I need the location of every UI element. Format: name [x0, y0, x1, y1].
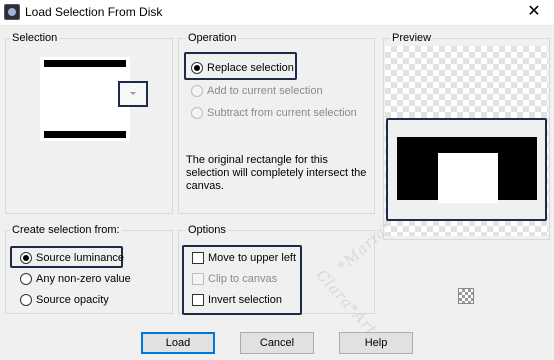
transparency-icon[interactable]	[458, 288, 474, 304]
radio-label: Add to current selection	[207, 85, 323, 97]
cancel-button[interactable]: Cancel	[240, 332, 314, 354]
radio-any-non-zero-value[interactable]: Any non-zero value	[20, 270, 131, 288]
radio-subtract-from-selection[interactable]: Subtract from current selection	[191, 104, 357, 122]
load-button[interactable]: Load	[141, 332, 215, 354]
title-bar: Load Selection From Disk ✕	[0, 0, 554, 26]
checkbox[interactable]	[192, 252, 204, 264]
preview-white-rect	[438, 153, 498, 203]
radio-label: Subtract from current selection	[207, 107, 357, 119]
checkbox-label: Clip to canvas	[208, 273, 278, 285]
radio-button[interactable]	[191, 85, 203, 97]
radio-source-luminance[interactable]: Source luminance	[20, 249, 124, 267]
radio-label: Source luminance	[36, 252, 125, 264]
checkbox-clip-to-canvas[interactable]: Clip to canvas	[192, 270, 277, 288]
checkbox[interactable]	[192, 273, 204, 285]
selection-thumbnail[interactable]	[40, 57, 130, 141]
thumbnail-dropdown-button[interactable]	[118, 81, 148, 107]
radio-button[interactable]	[20, 273, 32, 285]
operation-description: The original rectangle for this selectio…	[186, 154, 367, 192]
radio-button[interactable]	[20, 294, 32, 306]
thumbnail-top-bar	[44, 60, 126, 67]
radio-label: Any non-zero value	[36, 273, 131, 285]
radio-replace-selection[interactable]: Replace selection	[191, 59, 294, 77]
window-title: Load Selection From Disk	[25, 5, 163, 19]
checkbox-label: Invert selection	[208, 294, 282, 306]
chevron-down-icon	[130, 92, 136, 95]
checkbox-move-to-upper-left[interactable]: Move to upper left	[192, 249, 296, 267]
operation-group-label: Operation	[186, 32, 239, 44]
create-selection-group-label: Create selection from:	[10, 224, 122, 236]
close-button[interactable]: ✕	[514, 0, 554, 26]
radio-button[interactable]	[191, 107, 203, 119]
radio-label: Source opacity	[36, 294, 109, 306]
help-button[interactable]: Help	[339, 332, 413, 354]
checkbox[interactable]	[192, 294, 204, 306]
radio-button[interactable]	[191, 62, 203, 74]
preview-group-label: Preview	[390, 32, 434, 44]
thumbnail-bottom-bar	[44, 131, 126, 138]
app-icon	[4, 4, 20, 20]
selection-group-label: Selection	[10, 32, 60, 44]
radio-add-to-selection[interactable]: Add to current selection	[191, 82, 323, 100]
radio-label: Replace selection	[207, 62, 294, 74]
preview-image	[397, 137, 537, 203]
options-group-label: Options	[186, 224, 228, 236]
radio-button[interactable]	[20, 252, 32, 264]
checkbox-label: Move to upper left	[208, 252, 297, 264]
checkbox-invert-selection[interactable]: Invert selection	[192, 291, 282, 309]
radio-source-opacity[interactable]: Source opacity	[20, 291, 109, 309]
